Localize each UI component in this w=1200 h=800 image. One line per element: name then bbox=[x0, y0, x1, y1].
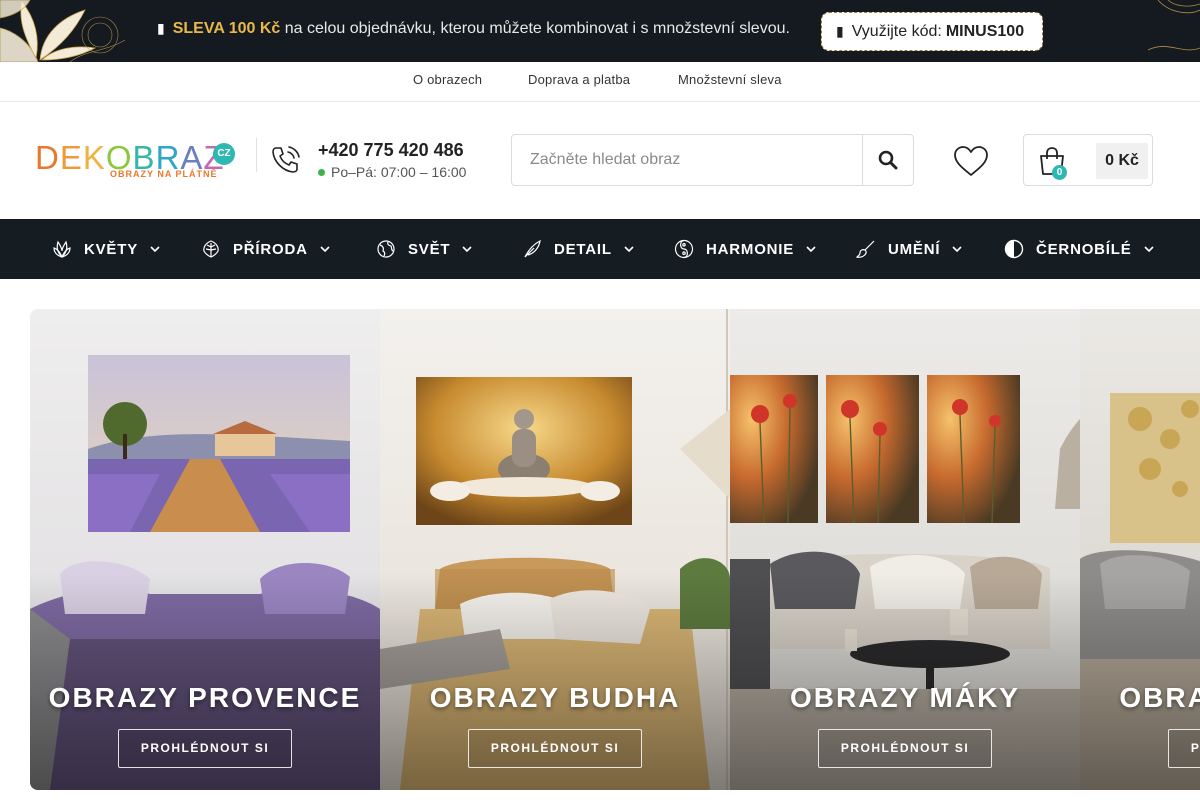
nav-label-kvety: KVĚTY bbox=[84, 240, 139, 258]
logo-subtitle: OBRAZY NA PLÁTNĚ bbox=[110, 169, 218, 179]
card-image-maky bbox=[730, 309, 1080, 790]
site-logo[interactable]: DEKOBRAZ CZ OBRAZY NA PLÁTNĚ bbox=[35, 139, 235, 185]
card-browse-button[interactable]: PROHLÉDNOUT SI bbox=[1168, 729, 1200, 768]
main-navigation: KVĚTY PŘÍRODA SVĚT DETAIL HARMONIE UMĚNÍ… bbox=[0, 219, 1200, 279]
search-button[interactable] bbox=[862, 135, 913, 185]
category-card-budha[interactable]: OBRAZY BUDHA PROHLÉDNOUT SI bbox=[380, 309, 730, 790]
phone-number[interactable]: +420 775 420 486 bbox=[318, 140, 464, 161]
promo-decoration-right bbox=[1148, 0, 1200, 62]
toplink-o-obrazech[interactable]: O obrazech bbox=[413, 72, 482, 87]
cart-total: 0 Kč bbox=[1096, 143, 1148, 179]
nav-item-umeni[interactable]: UMĚNÍ bbox=[856, 219, 962, 279]
card-browse-button[interactable]: PROHLÉDNOUT SI bbox=[818, 729, 992, 768]
chevron-down-icon bbox=[624, 246, 634, 253]
card-image-provence bbox=[30, 309, 380, 790]
toplink-doprava-a-platba[interactable]: Doprava a platba bbox=[528, 72, 630, 87]
header-divider bbox=[256, 138, 257, 172]
brush-icon bbox=[856, 240, 875, 258]
card-title: OBRAZY STROMY bbox=[1119, 682, 1200, 713]
promo-decoration-left bbox=[0, 0, 125, 62]
card-title: OBRAZY BUDHA bbox=[429, 682, 681, 713]
category-card-provence[interactable]: OBRAZY PROVENCE PROHLÉDNOUT SI bbox=[30, 309, 380, 790]
wishlist-button[interactable] bbox=[952, 144, 990, 178]
contrast-icon bbox=[1004, 239, 1024, 259]
globe-icon bbox=[377, 240, 395, 258]
category-card-maky[interactable]: OBRAZY MÁKY PROHLÉDNOUT SI bbox=[730, 309, 1080, 790]
promo-highlight: SLEVA 100 Kč bbox=[172, 20, 281, 37]
logo-cz-badge: CZ bbox=[213, 143, 235, 165]
tag-icon: ▮ bbox=[836, 23, 844, 39]
chevron-down-icon bbox=[150, 246, 160, 253]
nav-item-priroda[interactable]: PŘÍRODA bbox=[201, 219, 330, 279]
nav-item-cernobile[interactable]: ČERNOBÍLÉ bbox=[1004, 219, 1154, 279]
nav-item-harmonie[interactable]: HARMONIE bbox=[674, 219, 816, 279]
opening-hours-text: Po–Pá: 07:00 – 16:00 bbox=[331, 164, 467, 180]
toplink-mnozstevni-sleva[interactable]: Množstevní sleva bbox=[678, 72, 782, 87]
promo-bar: ▮ SLEVA 100 Kč na celou objednávku, ktero… bbox=[0, 0, 1200, 62]
nav-item-detail[interactable]: DETAIL bbox=[522, 219, 634, 279]
chevron-down-icon bbox=[952, 246, 962, 253]
search-box bbox=[511, 134, 914, 186]
chevron-down-icon bbox=[1143, 246, 1154, 253]
leaf-icon bbox=[203, 240, 219, 258]
card-title: OBRAZY PROVENCE bbox=[48, 682, 362, 713]
status-dot bbox=[318, 168, 325, 176]
nav-label-umeni: UMĚNÍ bbox=[888, 240, 941, 258]
site-header: DEKOBRAZ CZ OBRAZY NA PLÁTNĚ +420 775 42… bbox=[0, 102, 1200, 219]
flower-icon bbox=[53, 240, 71, 258]
cart-button[interactable]: 0 0 Kč bbox=[1023, 134, 1153, 186]
phone-icon bbox=[268, 142, 304, 178]
heart-icon bbox=[954, 146, 988, 176]
card-browse-button[interactable]: PROHLÉDNOUT SI bbox=[468, 729, 642, 768]
feather-icon bbox=[524, 239, 541, 258]
promo-code-box[interactable]: ▮ Využijte kód: MINUS100 bbox=[821, 12, 1043, 51]
search-input[interactable] bbox=[512, 135, 862, 185]
chevron-down-icon bbox=[320, 246, 330, 253]
promo-code-value: MINUS100 bbox=[945, 22, 1025, 40]
chevron-down-icon bbox=[462, 246, 472, 253]
card-browse-button[interactable]: PROHLÉDNOUT SI bbox=[118, 729, 292, 768]
chevron-down-icon bbox=[806, 246, 816, 253]
promo-description: na celou objednávku, kterou můžete kombi… bbox=[280, 20, 790, 37]
nav-label-detail: DETAIL bbox=[554, 240, 612, 258]
nav-label-harmonie: HARMONIE bbox=[706, 240, 795, 258]
promo-code-label: Využijte kód: bbox=[851, 22, 942, 40]
cart-count-badge: 0 bbox=[1052, 165, 1067, 180]
promo-message: ▮ SLEVA 100 Kč na celou objednávku, ktero… bbox=[157, 20, 790, 38]
opening-hours: Po–Pá: 07:00 – 16:00 bbox=[318, 164, 466, 180]
card-image-stromy bbox=[1080, 309, 1200, 790]
nav-item-svet[interactable]: SVĚT bbox=[376, 219, 472, 279]
gift-icon: ▮ bbox=[157, 20, 165, 36]
top-links-bar: O obrazech Doprava a platba Množstevní s… bbox=[0, 62, 1200, 102]
category-carousel: OBRAZY PROVENCE PROHLÉDNOUT SI OBRAZY BU… bbox=[30, 309, 1200, 790]
card-title: OBRAZY MÁKY bbox=[790, 682, 1020, 713]
search-icon bbox=[878, 150, 898, 170]
yin-yang-icon bbox=[674, 239, 694, 259]
nav-item-kvety[interactable]: KVĚTY bbox=[52, 219, 160, 279]
nav-label-cernobile: ČERNOBÍLÉ bbox=[1036, 240, 1132, 258]
nav-label-priroda: PŘÍRODA bbox=[233, 240, 308, 258]
nav-label-svet: SVĚT bbox=[408, 240, 451, 258]
category-card-stromy[interactable]: OBRAZY STROMY PROHLÉDNOUT SI bbox=[1080, 309, 1200, 790]
card-image-budha bbox=[380, 309, 730, 790]
